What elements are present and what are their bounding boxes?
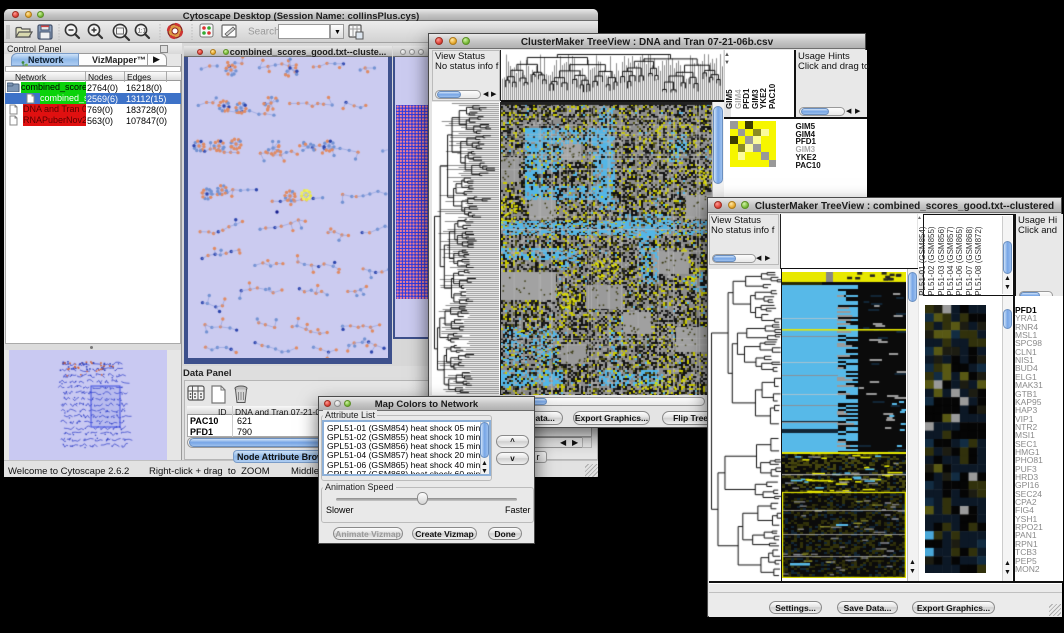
svg-text:1:1: 1:1 [138,29,147,35]
